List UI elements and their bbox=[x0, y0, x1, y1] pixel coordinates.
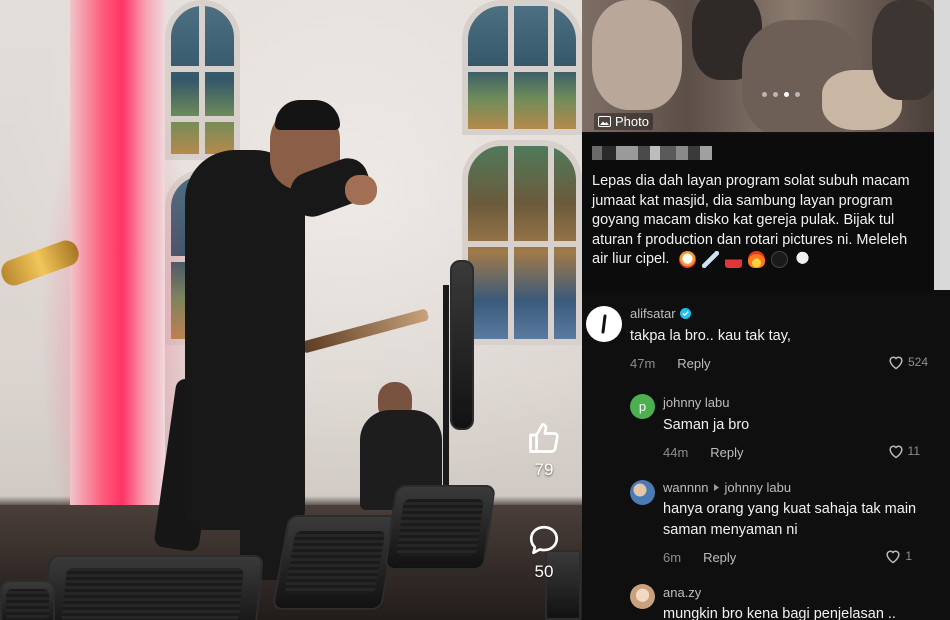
heart-icon bbox=[889, 356, 903, 370]
floor-monitor bbox=[0, 580, 55, 620]
reply-to-username[interactable]: johnny labu bbox=[725, 480, 792, 495]
username-text: johnny labu bbox=[663, 395, 730, 410]
speech-bubble-icon bbox=[522, 522, 566, 558]
carousel-dot-active[interactable] bbox=[784, 92, 789, 97]
comment-like-count: 1 bbox=[905, 549, 912, 563]
next-photo-edge bbox=[934, 0, 950, 290]
singer-hand-with-mic bbox=[345, 175, 377, 205]
heart-icon bbox=[886, 550, 900, 564]
carousel-dots bbox=[762, 92, 800, 97]
reply-item: ana.zy mungkin bro kena bagi penjelasan … bbox=[582, 580, 950, 620]
caption-emojis bbox=[679, 250, 812, 268]
comment-time: 6m bbox=[663, 550, 682, 565]
skull-and-crossbones-icon bbox=[794, 250, 812, 268]
comment-username[interactable]: alifsatar bbox=[630, 306, 691, 321]
stained-glass-window bbox=[462, 0, 582, 135]
photo-tag: Photo bbox=[594, 113, 653, 130]
comment-username[interactable]: johnny labu bbox=[663, 395, 730, 410]
avatar[interactable] bbox=[630, 480, 655, 505]
avatar-letter: p bbox=[638, 399, 647, 414]
stained-glass-window bbox=[462, 140, 582, 345]
comment-text-line: saman menyaman ni bbox=[663, 522, 798, 538]
heart-icon bbox=[888, 445, 903, 459]
avatar[interactable] bbox=[586, 306, 622, 342]
comment-meta: 47m Reply bbox=[630, 356, 711, 371]
comment-text: Saman ja bro bbox=[663, 417, 750, 433]
photo-tag-label: Photo bbox=[615, 114, 649, 129]
comment-like-count: 524 bbox=[907, 355, 928, 369]
comment-like-button[interactable]: 524 bbox=[887, 354, 928, 370]
carousel-dot[interactable] bbox=[762, 92, 767, 97]
comment-meta: 6m Reply bbox=[663, 550, 736, 565]
username-text: ana.zy bbox=[663, 585, 702, 600]
carousel-dot[interactable] bbox=[795, 92, 800, 97]
syringe-icon bbox=[702, 250, 720, 268]
singer-hair bbox=[275, 100, 340, 130]
image-icon bbox=[598, 116, 611, 127]
comment-item: alifsatar takpa la bro.. kau tak tay, 47… bbox=[582, 298, 950, 378]
floor-monitor bbox=[384, 485, 496, 570]
like-count: 79 bbox=[534, 460, 554, 479]
reply-arrow-icon bbox=[713, 484, 719, 491]
username-text: alifsatar bbox=[630, 306, 676, 321]
like-button[interactable]: 79 bbox=[522, 420, 566, 480]
thumbs-up-icon bbox=[522, 420, 566, 456]
comment-text: mungkin bro kena bagi penjelasan .. bbox=[663, 606, 896, 620]
comment-count: 50 bbox=[534, 562, 554, 581]
reply-item: wannnn johnny labu hanya orang yang kuat… bbox=[582, 474, 950, 574]
comment-like-count: 11 bbox=[907, 444, 920, 458]
reply-item: p johnny labu Saman ja bro 44m Reply 11 bbox=[582, 388, 950, 468]
comment-username[interactable]: ana.zy bbox=[663, 585, 701, 600]
comment-time: 47m bbox=[630, 356, 656, 371]
avatar[interactable]: p bbox=[630, 394, 655, 419]
floor-monitor bbox=[271, 515, 399, 610]
caption-text: Lepas dia dah layan program solat subuh … bbox=[592, 172, 924, 270]
reply-button[interactable]: Reply bbox=[710, 445, 743, 460]
comment-like-button[interactable]: 1 bbox=[884, 548, 912, 564]
post-caption: Lepas dia dah layan program solat subuh … bbox=[582, 134, 934, 292]
comment-time: 44m bbox=[663, 445, 689, 460]
comment-button[interactable]: 50 bbox=[522, 522, 566, 582]
verified-badge-icon bbox=[679, 308, 691, 319]
column-speaker bbox=[450, 260, 474, 430]
video-frame[interactable]: 79 50 bbox=[0, 0, 582, 620]
post-panel: Photo Lepas dia dah layan program solat … bbox=[582, 0, 950, 620]
username-text: wannnn bbox=[663, 480, 709, 495]
comment-text-line: hanya orang yang kuat sahaja tak main bbox=[663, 501, 917, 517]
black-heart-icon bbox=[771, 250, 789, 268]
lit-pillar bbox=[70, 0, 165, 510]
floor-monitor bbox=[40, 555, 265, 620]
comment-meta: 44m Reply bbox=[663, 445, 744, 460]
avatar[interactable] bbox=[630, 584, 655, 609]
comment-username[interactable]: wannnn johnny labu bbox=[663, 480, 791, 495]
reply-button[interactable]: Reply bbox=[703, 550, 736, 565]
comment-text: takpa la bro.. kau tak tay, bbox=[630, 328, 791, 344]
post-photo-carousel[interactable]: Photo bbox=[582, 0, 934, 132]
reply-button[interactable]: Reply bbox=[677, 356, 710, 371]
carousel-dot[interactable] bbox=[773, 92, 778, 97]
redacted-username bbox=[592, 146, 712, 160]
hot-springs-icon bbox=[725, 250, 743, 268]
clown-face-icon bbox=[679, 250, 697, 268]
comment-like-button[interactable]: 11 bbox=[887, 443, 920, 459]
fire-icon bbox=[748, 250, 766, 268]
